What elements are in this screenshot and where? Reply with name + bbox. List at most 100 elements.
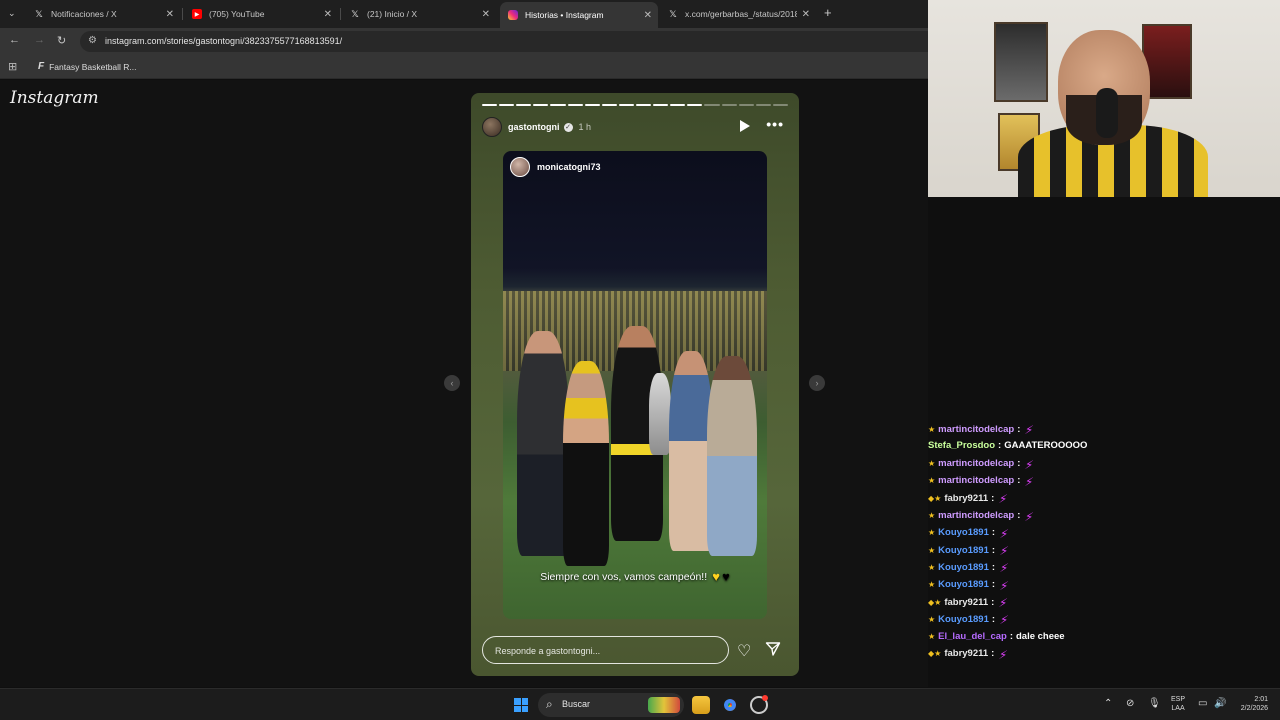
taskbar-search[interactable]: ⌕ Buscar: [538, 693, 684, 717]
close-icon[interactable]: ✕: [644, 10, 652, 21]
monitor-icon[interactable]: ▭: [1198, 698, 1207, 709]
instagram-story-page: Instagram ‹ › gastontogni ✓ 1 h ••• moni…: [0, 80, 928, 687]
play-icon[interactable]: [740, 120, 750, 132]
clock-date: 2/2/2026: [1240, 705, 1268, 712]
gem-badge-icon: ◆★: [928, 493, 942, 503]
star-badge-icon: ★: [928, 631, 936, 641]
browser-toolbar: ← → ↻ ⚙ instagram.com/stories/gastontogn…: [0, 28, 928, 55]
close-icon[interactable]: ✕: [166, 9, 174, 20]
avatar[interactable]: [482, 117, 502, 137]
chat-username[interactable]: Kouyo1891: [938, 579, 989, 590]
browser-tab-strip: ⌄ 𝕏 Notificaciones / X ✕ ▶ (705) YouTube…: [0, 0, 928, 28]
chat-username[interactable]: martincitodelcap: [938, 458, 1014, 469]
eye-off-icon[interactable]: ⊘: [1126, 698, 1134, 709]
new-tab-button[interactable]: +: [824, 5, 832, 20]
progress-segment: [704, 104, 720, 106]
chat-message: ★ Kouyo1891: ⚡: [928, 613, 1010, 627]
chat-separator: :: [991, 544, 996, 556]
close-icon[interactable]: ✕: [324, 9, 332, 20]
webcam-overlay: [928, 0, 1280, 197]
close-icon[interactable]: ✕: [482, 9, 490, 20]
reply-input[interactable]: [495, 643, 715, 658]
site-info-icon[interactable]: ⚙: [88, 35, 97, 46]
gem-badge-icon: ◆★: [928, 597, 942, 607]
instagram-logo[interactable]: Instagram: [10, 88, 99, 108]
keyboard-language[interactable]: ESP LAA: [1171, 695, 1185, 713]
emote-icon: ⚡: [998, 578, 1010, 593]
chat-message: ★ Kouyo1891: ⚡: [928, 527, 1010, 541]
tab-title: x.com/gerbarbas_/status/2018: [685, 9, 797, 19]
story-viewer[interactable]: gastontogni ✓ 1 h ••• monicatogni73 Siem…: [471, 93, 799, 676]
avatar[interactable]: [510, 157, 530, 177]
star-badge-icon: ★: [928, 476, 936, 486]
black-heart-icon: ♥: [722, 569, 730, 584]
progress-segment: [567, 104, 583, 106]
bookmark-fantasy[interactable]: F Fantasy Basketball R...: [38, 61, 137, 72]
windows-start-icon[interactable]: [514, 698, 528, 712]
chat-message: ★ Kouyo1891: ⚡: [928, 561, 1010, 575]
chat-username[interactable]: martincitodelcap: [938, 510, 1014, 521]
send-share-icon[interactable]: [765, 641, 781, 657]
emote-icon: ⚡: [1023, 423, 1035, 437]
clock[interactable]: 2:01 2/2/2026: [1236, 695, 1268, 713]
chat-username[interactable]: fabry9211: [944, 493, 988, 504]
emote-icon: ⚡: [997, 492, 1009, 507]
story-time: 1 h: [578, 122, 592, 132]
tab-notificaciones[interactable]: 𝕏 Notificaciones / X ✕: [26, 4, 180, 24]
microphone-icon[interactable]: 🎙: [1148, 698, 1161, 709]
progress-segment: [516, 104, 532, 106]
chat-username[interactable]: Kouyo1891: [938, 527, 989, 538]
progress-segment: [618, 104, 634, 106]
previous-story-icon[interactable]: ‹: [444, 375, 460, 391]
emote-icon: ⚡: [997, 596, 1009, 610]
chat-username[interactable]: martincitodelcap: [938, 475, 1014, 486]
chat-message: ★ martincitodelcap: ⚡: [928, 510, 1035, 524]
tab-inicio[interactable]: 𝕏 (21) Inicio / X ✕: [342, 4, 496, 24]
tab-search-icon[interactable]: ⌄: [8, 8, 16, 19]
star-badge-icon: ★: [928, 562, 936, 572]
chat-username[interactable]: Kouyo1891: [938, 545, 989, 556]
bookmark-label: Fantasy Basketball R...: [49, 61, 137, 72]
progress-segment: [772, 104, 788, 106]
chat-username[interactable]: Kouyo1891: [938, 562, 989, 573]
chat-username[interactable]: fabry9211: [944, 597, 988, 608]
chevron-up-icon[interactable]: ⌃: [1104, 698, 1112, 709]
progress-segment: [721, 104, 737, 106]
chat-username[interactable]: Kouyo1891: [938, 614, 989, 625]
next-story-icon[interactable]: ›: [809, 375, 825, 391]
emote-icon: ⚡: [1023, 457, 1035, 472]
chat-username[interactable]: El_lau_del_cap: [938, 631, 1007, 642]
back-icon[interactable]: ←: [9, 34, 20, 46]
chat-username[interactable]: fabry9211: [944, 648, 988, 659]
chrome-icon[interactable]: [721, 696, 739, 714]
star-badge-icon: ★: [928, 614, 936, 624]
tab-youtube[interactable]: ▶ (705) YouTube ✕: [184, 4, 338, 24]
forward-icon[interactable]: →: [34, 34, 45, 46]
progress-segment: [550, 104, 566, 106]
progress-segment: [738, 104, 754, 106]
apps-grid-icon[interactable]: ⊞: [8, 60, 17, 73]
close-icon[interactable]: ✕: [802, 9, 810, 20]
address-bar[interactable]: ⚙ instagram.com/stories/gastontogni/3823…: [80, 31, 928, 52]
lang-line2: LAA: [1171, 705, 1185, 712]
person-figure: [563, 361, 609, 566]
chat-message: ★ Kouyo1891: ⚡: [928, 578, 1010, 593]
like-heart-icon[interactable]: ♡: [737, 641, 751, 661]
more-options-icon[interactable]: •••: [766, 116, 784, 132]
chat-message: ★ Kouyo1891: ⚡: [928, 544, 1010, 558]
repost-username[interactable]: monicatogni73: [537, 162, 601, 172]
chat-username[interactable]: Stefa_Prosdoo: [928, 440, 995, 451]
reload-icon[interactable]: ↻: [57, 34, 66, 47]
repost-header: monicatogni73: [510, 157, 601, 177]
chat-separator: :: [991, 561, 996, 573]
progress-segment: [584, 104, 600, 106]
volume-icon[interactable]: 🔊: [1214, 698, 1226, 709]
story-username[interactable]: gastontogni: [508, 122, 560, 132]
tab-x-status[interactable]: 𝕏 x.com/gerbarbas_/status/2018 ✕: [660, 4, 816, 24]
file-explorer-icon[interactable]: [692, 696, 710, 714]
chat-username[interactable]: martincitodelcap: [938, 424, 1014, 435]
progress-segment: [601, 104, 617, 106]
chat-message: ★ martincitodelcap: ⚡: [928, 475, 1035, 489]
tab-instagram[interactable]: Historias • Instagram ✕: [500, 2, 658, 28]
windows-taskbar: ⌕ Buscar ⌃ ⊘ 🎙 ESP LAA ▭ 🔊 2:01 2/2/2026: [0, 688, 1280, 720]
